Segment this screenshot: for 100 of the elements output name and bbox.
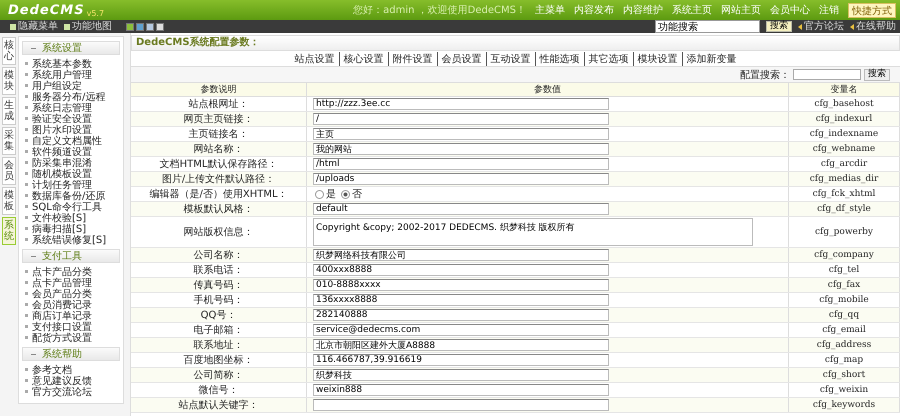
skin-swatch-icon[interactable] bbox=[136, 22, 144, 30]
skin-swatch-icon[interactable] bbox=[126, 22, 134, 30]
help-link[interactable]: 在线帮助 bbox=[856, 21, 896, 32]
sidebar-item[interactable]: SQL命令行工具 bbox=[32, 200, 102, 214]
setting-label: 站点默认关键字： bbox=[131, 398, 306, 412]
settings-tab[interactable]: 模块设置 bbox=[632, 52, 678, 66]
text-field[interactable]: 北京市朝阳区建外大厦A8888 bbox=[313, 339, 610, 351]
bullet-icon bbox=[25, 205, 28, 208]
text-field[interactable]: /uploads bbox=[313, 173, 610, 185]
settings-tab[interactable]: 附件设置 bbox=[388, 52, 432, 66]
bullet-icon bbox=[25, 194, 28, 197]
text-field[interactable]: 织梦网络科技有限公司 bbox=[313, 249, 610, 261]
radio-button[interactable] bbox=[315, 190, 324, 198]
settings-tab[interactable]: 站点设置 bbox=[294, 52, 334, 66]
sidebar-item[interactable]: 验证安全设置 bbox=[32, 112, 92, 126]
settings-tab[interactable]: 性能选项 bbox=[534, 52, 580, 66]
text-field[interactable]: 116.466787,39.916619 bbox=[313, 354, 610, 366]
bullet-icon bbox=[25, 238, 28, 241]
side-tab[interactable]: 模板 bbox=[2, 187, 16, 215]
bullet-icon bbox=[25, 216, 28, 219]
shortcut-button[interactable]: 快捷方式 bbox=[848, 2, 896, 18]
skin-swatch-icon[interactable] bbox=[156, 22, 164, 30]
toolbar-link[interactable]: 功能地图 bbox=[72, 21, 112, 32]
text-field[interactable]: 010-8888xxxx bbox=[313, 279, 610, 291]
sidebar-item[interactable]: 点卡产品分类 bbox=[32, 264, 92, 278]
sidebar-item[interactable]: 会员消费记录 bbox=[32, 298, 92, 312]
sidebar-item[interactable]: 商店订单记录 bbox=[32, 308, 92, 322]
sidebar-item[interactable]: 系统基本参数 bbox=[32, 56, 92, 70]
config-search-field[interactable] bbox=[793, 69, 861, 80]
bullet-icon bbox=[25, 62, 28, 65]
text-field[interactable]: service@dedecms.com bbox=[313, 324, 610, 336]
sidebar-item[interactable]: 文件校验[S] bbox=[32, 210, 86, 224]
settings-tab[interactable]: 添加新变量 bbox=[682, 52, 736, 66]
settings-tab[interactable]: 会员设置 bbox=[436, 52, 482, 66]
text-field[interactable] bbox=[313, 399, 610, 411]
menu-square-icon bbox=[64, 24, 70, 30]
bullet-icon bbox=[25, 379, 28, 382]
settings-tab[interactable]: 核心设置 bbox=[338, 52, 384, 66]
text-field[interactable]: default bbox=[313, 203, 610, 215]
radio-button[interactable] bbox=[341, 190, 350, 198]
sidebar-item[interactable]: 软件频道设置 bbox=[32, 144, 92, 158]
menu-square-icon bbox=[10, 24, 16, 30]
bullet-icon bbox=[25, 303, 28, 306]
text-field[interactable]: 主页 bbox=[313, 128, 610, 140]
text-field[interactable]: 282140888 bbox=[313, 309, 610, 321]
toolbar-link[interactable]: 隐藏菜单 bbox=[18, 21, 58, 32]
sidebar-item[interactable]: 数据库备份/还原 bbox=[32, 188, 106, 202]
side-tab[interactable]: 采集 bbox=[2, 127, 16, 155]
sidebar-item[interactable]: 图片水印设置 bbox=[32, 122, 92, 136]
text-field[interactable]: weixin888 bbox=[313, 384, 610, 396]
side-tab[interactable]: 会员 bbox=[2, 157, 16, 185]
sidebar-item[interactable]: 病毒扫描[S] bbox=[32, 222, 86, 236]
sidebar-item[interactable]: 系统错误修复[S] bbox=[32, 232, 106, 246]
bullet-icon bbox=[25, 270, 28, 273]
sidebar-item[interactable]: 点卡产品管理 bbox=[32, 276, 92, 290]
sidebar-item[interactable]: 服务器分布/远程 bbox=[32, 90, 106, 104]
variable-name: cfg_qq bbox=[788, 308, 900, 322]
group-header[interactable]: 系统设置 bbox=[22, 41, 120, 55]
bullet-icon bbox=[25, 106, 28, 109]
sidebar-item[interactable]: 官方交流论坛 bbox=[32, 384, 92, 398]
sidebar-item[interactable]: 参考文档 bbox=[32, 362, 72, 376]
text-field[interactable]: http://zzz.3ee.cc bbox=[313, 98, 610, 110]
group-header[interactable]: 系统帮助 bbox=[22, 347, 120, 361]
sidebar-item[interactable]: 自定义文档属性 bbox=[32, 134, 102, 148]
side-tab[interactable]: 生成 bbox=[2, 97, 16, 125]
text-area[interactable]: Copyright &copy; 2002-2017 DEDECMS. 织梦科技 版权所有 bbox=[313, 218, 753, 246]
bullet-icon bbox=[25, 139, 28, 142]
sidebar-item[interactable]: 支付接口设置 bbox=[32, 320, 92, 334]
greeting-text: 您好：admin ，欢迎使用DedeCMS！ bbox=[353, 4, 526, 17]
search-field[interactable]: 功能搜索 bbox=[655, 20, 760, 33]
sidebar-item[interactable]: 系统日志管理 bbox=[32, 100, 92, 114]
radio-label: 否 bbox=[352, 189, 362, 200]
text-field[interactable]: / bbox=[313, 113, 610, 125]
sidebar-item[interactable]: 会员产品分类 bbox=[32, 286, 92, 300]
side-tab[interactable]: 系统 bbox=[2, 217, 16, 245]
group-header[interactable]: 支付工具 bbox=[22, 249, 120, 263]
settings-tab[interactable]: 互动设置 bbox=[486, 52, 530, 66]
text-field[interactable]: 136xxxx8888 bbox=[313, 294, 610, 306]
search-button[interactable]: 搜索 bbox=[766, 21, 792, 32]
skin-swatch-icon[interactable] bbox=[146, 22, 154, 30]
sidebar-item[interactable]: 随机模板设置 bbox=[32, 166, 92, 180]
setting-label: 图片/上传文件默认路径： bbox=[131, 172, 306, 186]
settings-tab[interactable]: 其它选项 bbox=[584, 52, 628, 66]
sidebar-item[interactable]: 意见建议反馈 bbox=[32, 374, 92, 388]
side-tab[interactable]: 核心 bbox=[2, 37, 16, 65]
help-link[interactable]: 官方论坛 bbox=[804, 21, 844, 32]
sidebar-item[interactable]: 配货方式设置 bbox=[32, 330, 92, 344]
text-field[interactable]: 400xxx8888 bbox=[313, 264, 610, 276]
sidebar-item[interactable]: 计划任务管理 bbox=[32, 178, 92, 192]
text-field[interactable]: 织梦科技 bbox=[313, 369, 610, 381]
bullet-icon bbox=[25, 95, 28, 98]
search-button[interactable]: 搜索 bbox=[864, 68, 890, 80]
setting-label: 模板默认风格： bbox=[131, 202, 306, 216]
text-field[interactable]: 我的网站 bbox=[313, 143, 610, 155]
sidebar-item[interactable]: 系统用户管理 bbox=[32, 68, 92, 82]
side-tab[interactable]: 模块 bbox=[2, 67, 16, 95]
sidebar-item[interactable]: 用户组设定 bbox=[32, 78, 82, 92]
text-field[interactable]: /html bbox=[313, 158, 610, 170]
sidebar-item[interactable]: 防采集串混淆 bbox=[32, 156, 92, 170]
setting-label: 网页主页链接： bbox=[131, 112, 306, 126]
